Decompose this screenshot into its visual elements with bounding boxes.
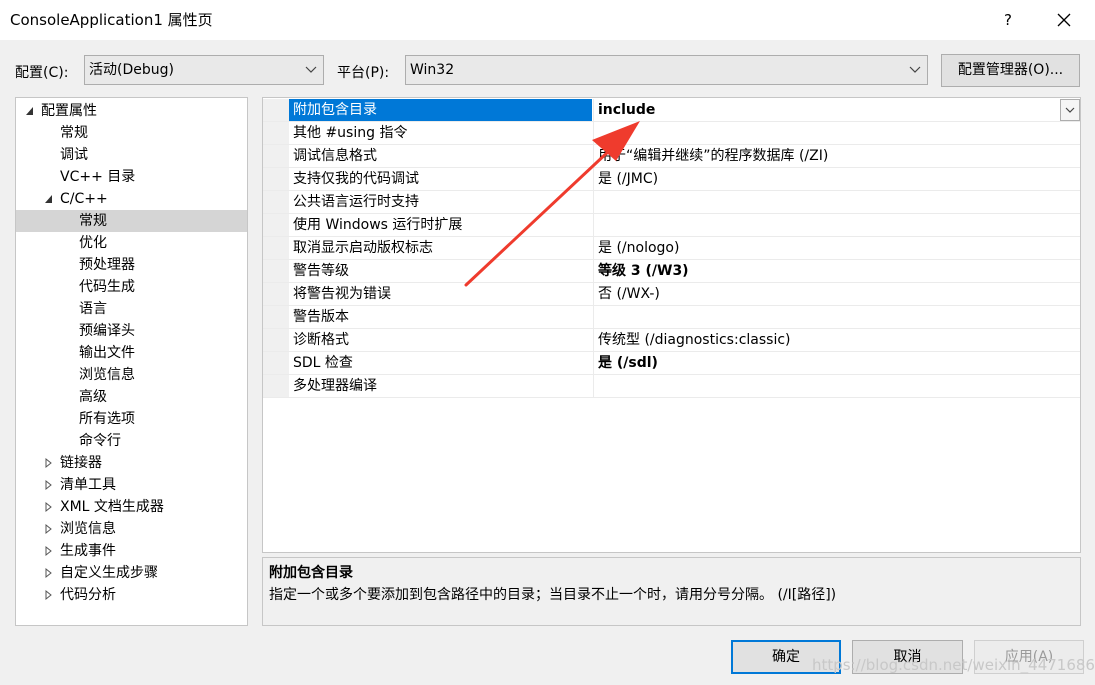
annotation-arrow <box>464 121 640 287</box>
